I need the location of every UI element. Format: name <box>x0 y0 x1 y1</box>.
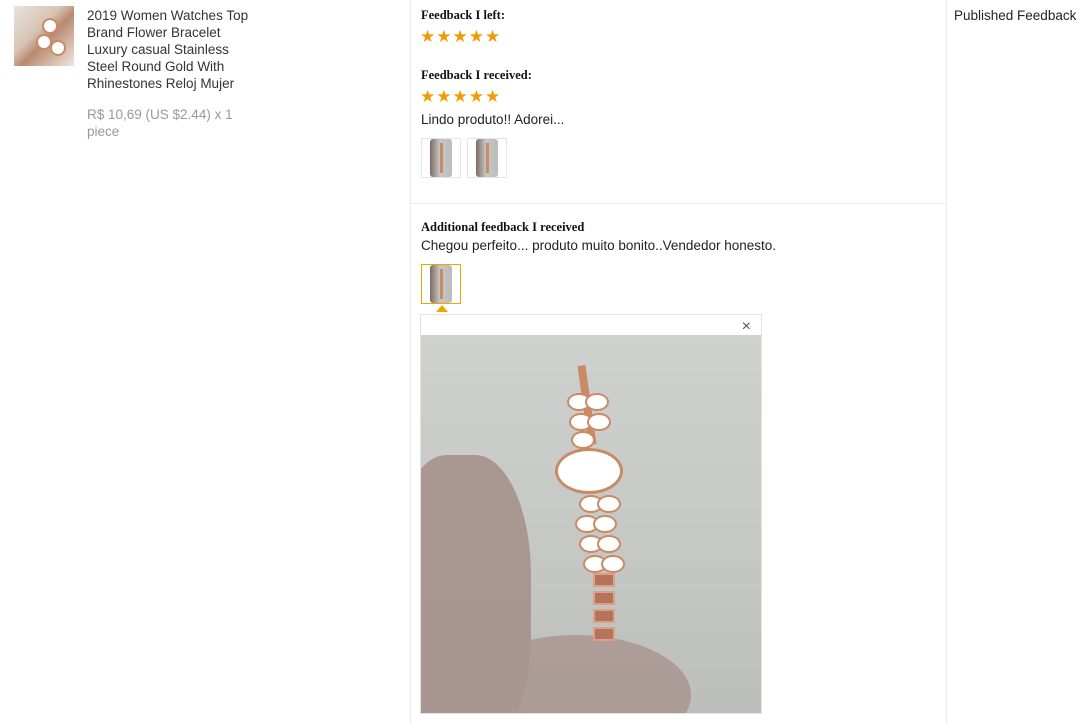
feedback-received-stars: ★ ★ ★ ★ ★ <box>420 88 500 105</box>
product-price: R$ 10,69 (US $2.44) x 1 piece <box>87 107 233 139</box>
flower-icon <box>38 36 50 48</box>
section-divider <box>411 203 946 204</box>
watch-photo-icon <box>430 139 452 177</box>
popup-caret <box>436 305 448 312</box>
flower-icon <box>581 537 601 551</box>
flower-icon <box>577 517 597 531</box>
flower-icon <box>581 497 601 511</box>
watch-link <box>593 573 615 587</box>
flower-icon <box>599 497 619 511</box>
feedback-photo-thumb-active[interactable] <box>421 264 461 304</box>
flower-icon <box>595 517 615 531</box>
star-icon: ★ <box>452 27 468 46</box>
additional-feedback-label: Additional feedback I received <box>421 220 585 234</box>
star-icon: ★ <box>436 27 452 46</box>
feedback-photo-thumb[interactable] <box>467 138 507 178</box>
flower-icon <box>44 20 56 32</box>
star-icon: ★ <box>485 27 501 46</box>
watch-photo-icon <box>476 139 498 177</box>
flower-icon <box>587 395 607 409</box>
close-icon[interactable]: × <box>742 318 751 336</box>
flower-icon <box>52 42 64 54</box>
watch-link <box>593 627 615 641</box>
feedback-received-photos <box>421 138 507 178</box>
product-thumbnail[interactable] <box>14 6 74 66</box>
photo-preview-popup: × <box>420 314 762 714</box>
watch-face <box>558 451 620 491</box>
feedback-received-text: Lindo produto!! Adorei... <box>421 112 565 127</box>
feedback-left-stars: ★ ★ ★ ★ ★ <box>420 28 500 45</box>
feedback-received-label: Feedback I received: <box>421 68 532 82</box>
additional-feedback-photos <box>421 264 461 304</box>
status-column: Published Feedback <box>946 0 1087 724</box>
watch-link <box>593 591 615 605</box>
feedback-left-label: Feedback I left: <box>421 8 506 22</box>
product-column: 2019 Women Watches Top Brand Flower Brac… <box>0 0 410 724</box>
additional-feedback-text: Chegou perfeito... produto muito bonito.… <box>421 238 777 253</box>
watch-photo-large <box>421 335 761 713</box>
flower-icon <box>589 415 609 429</box>
feedback-photo-thumb[interactable] <box>421 138 461 178</box>
feedback-column: Feedback I left: ★ ★ ★ ★ ★ Feedback I re… <box>410 0 947 724</box>
star-icon: ★ <box>452 87 468 106</box>
flower-icon <box>569 395 589 409</box>
flower-icon <box>599 537 619 551</box>
star-icon: ★ <box>420 27 436 46</box>
star-icon: ★ <box>468 87 484 106</box>
flower-icon <box>603 557 623 571</box>
status-label: Published Feedback <box>954 8 1077 23</box>
flower-icon <box>573 433 593 447</box>
star-icon: ★ <box>485 87 501 106</box>
star-icon: ★ <box>468 27 484 46</box>
flower-icon <box>571 415 591 429</box>
watch-photo-icon <box>430 265 452 303</box>
star-icon: ★ <box>436 87 452 106</box>
star-icon: ★ <box>420 87 436 106</box>
flower-icon <box>585 557 605 571</box>
product-title[interactable]: 2019 Women Watches Top Brand Flower Brac… <box>87 7 262 92</box>
watch-link <box>593 609 615 623</box>
